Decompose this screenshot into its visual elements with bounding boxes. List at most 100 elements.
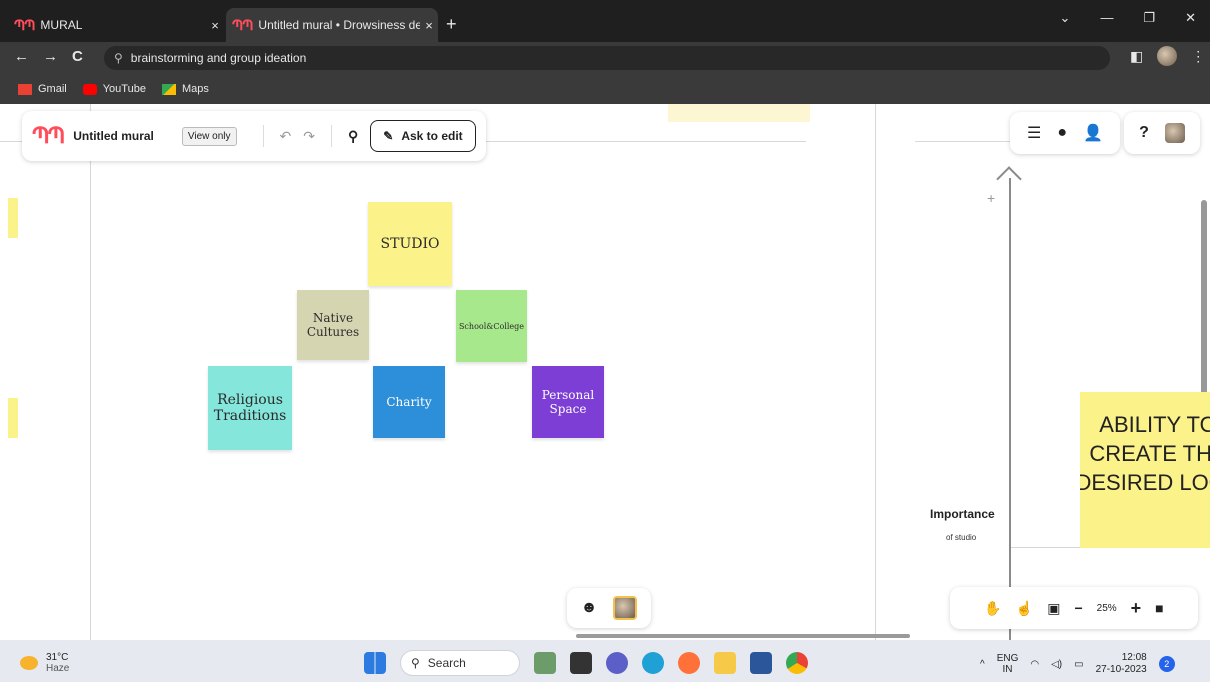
sticky-text: Charity	[386, 395, 432, 409]
sticky-text: Native Cultures	[306, 311, 360, 339]
collaborator-avatar[interactable]	[613, 596, 638, 620]
pencil-icon: ✎	[383, 129, 394, 143]
sticky-note-school-college[interactable]: School&College	[456, 290, 527, 362]
omnibox[interactable]: ⚲ brainstorming and group ideation	[104, 46, 1110, 70]
panel-icon[interactable]: ■	[1155, 600, 1163, 616]
restore-icon[interactable]: ❐	[1143, 10, 1155, 26]
weather-widget[interactable]: 31°C Haze	[20, 652, 69, 674]
close-window-icon[interactable]: ✕	[1185, 10, 1196, 26]
select-icon[interactable]: ☝	[1016, 600, 1033, 617]
sticky-text: Religious Traditions	[213, 392, 287, 424]
canvas-grid-line	[0, 141, 22, 142]
ask-to-edit-label: Ask to edit	[401, 129, 463, 143]
bookmark-label: Maps	[181, 83, 209, 95]
comments-icon[interactable]: ●	[1057, 124, 1067, 142]
clock[interactable]: 12:08 27-10-2023	[1096, 652, 1147, 676]
menu-icon[interactable]: ⋮	[1191, 48, 1205, 65]
sticky-text: Personal Space	[541, 388, 595, 416]
profile-avatar[interactable]	[1157, 46, 1178, 66]
ask-to-edit-button[interactable]: ✎ Ask to edit	[370, 120, 476, 152]
bookmark-maps[interactable]: Maps	[161, 83, 209, 95]
horizontal-scrollbar[interactable]	[576, 634, 910, 638]
meet-icon[interactable]	[606, 652, 628, 674]
start-icon[interactable]	[364, 652, 386, 674]
new-tab-button[interactable]: +	[446, 14, 457, 35]
tab-search-icon[interactable]: ⌄	[1060, 10, 1071, 26]
sticky-text: ABILITY TO CREATE THE DESIRED LOOK	[1080, 412, 1210, 495]
word-icon[interactable]	[750, 652, 772, 674]
weather-icon	[20, 656, 38, 670]
side-panel-icon[interactable]: ◧	[1130, 48, 1143, 65]
zoom-level[interactable]: 25%	[1097, 603, 1117, 614]
tab-mural[interactable]: ՊՊ MURAL ×	[14, 8, 224, 42]
sticky-note-charity[interactable]: Charity	[373, 366, 445, 438]
bookmark-gmail[interactable]: Gmail	[18, 83, 67, 95]
people-icon[interactable]: 👤	[1083, 123, 1103, 143]
chrome-icon[interactable]	[786, 652, 808, 674]
emoji-icon[interactable]: ☻	[581, 599, 598, 617]
redo-icon[interactable]: ↷	[303, 128, 315, 145]
axis-sublabel: of studio	[946, 533, 977, 542]
help-icon[interactable]: ?	[1139, 124, 1149, 142]
canvas-grid-line	[915, 141, 1010, 142]
date: 27-10-2023	[1095, 664, 1147, 675]
mural-title[interactable]: Untitled mural	[73, 129, 154, 143]
zoom-in-button[interactable]: +	[1131, 598, 1142, 619]
canvas-grid-line	[486, 141, 806, 142]
partial-sticky-note	[8, 198, 18, 238]
taskbar-apps: ⚲ Search	[364, 650, 808, 676]
sticky-note-native-cultures[interactable]: Native Cultures	[297, 290, 369, 360]
close-tab-icon[interactable]: ×	[206, 18, 224, 33]
minimize-icon[interactable]: —	[1100, 10, 1113, 26]
outline-icon[interactable]: ☰	[1027, 123, 1041, 143]
file-explorer-icon[interactable]	[714, 652, 736, 674]
battery-icon[interactable]: ▭	[1074, 659, 1083, 670]
region-code: IN	[1002, 664, 1013, 675]
widgets-icon[interactable]	[534, 652, 556, 674]
map-icon[interactable]: ▣	[1047, 600, 1060, 617]
back-icon[interactable]: ←	[14, 48, 29, 65]
axis-plus-label: +	[987, 190, 996, 206]
zoom-out-button[interactable]: −	[1074, 600, 1082, 616]
reactions-toolbar: ☻	[567, 588, 651, 628]
undo-icon[interactable]: ↶	[280, 128, 292, 145]
window-controls: ⌄ — ❐ ✕	[1060, 10, 1196, 26]
search-icon: ⚲	[114, 51, 123, 65]
mural-logo-icon: ՊՊ	[14, 16, 35, 33]
user-avatar[interactable]	[1164, 123, 1185, 143]
taskbar-search[interactable]: ⚲ Search	[400, 650, 520, 676]
tab-untitled-mural[interactable]: ՊՊ Untitled mural • Drowsiness dete ×	[226, 8, 438, 42]
omnibox-text: brainstorming and group ideation	[130, 51, 307, 65]
language-indicator[interactable]: ENG IN	[997, 653, 1019, 675]
task-view-icon[interactable]	[570, 652, 592, 674]
gmail-icon	[18, 83, 32, 95]
volume-icon[interactable]: ◁)	[1051, 659, 1062, 670]
search-icon: ⚲	[411, 656, 420, 670]
browser-actions: ◧ ⋮	[1130, 46, 1205, 66]
time: 12:08	[1121, 652, 1147, 663]
youtube-icon	[82, 83, 97, 95]
search-placeholder: Search	[427, 656, 466, 670]
edge-icon[interactable]	[642, 652, 664, 674]
browser-tab-bar: ՊՊ MURAL × ՊՊ Untitled mural • Drowsines…	[0, 0, 1210, 42]
sticky-note-personal-space[interactable]: Personal Space	[532, 366, 604, 438]
wifi-icon[interactable]: ◠	[1030, 659, 1039, 670]
close-tab-icon[interactable]: ×	[420, 18, 438, 33]
hand-icon[interactable]: ✋	[984, 600, 1001, 617]
forward-icon[interactable]: →	[43, 48, 58, 65]
sticky-note-studio[interactable]: STUDIO	[368, 202, 452, 286]
search-icon[interactable]: ⚲	[348, 128, 358, 145]
vertical-scrollbar[interactable]	[1201, 200, 1207, 396]
help-toolbar: ?	[1124, 112, 1200, 154]
firefox-icon[interactable]	[678, 652, 700, 674]
system-tray: ^ ENG IN ◠ ◁) ▭ 12:08 27-10-2023 2	[980, 652, 1175, 676]
mural-canvas[interactable]: + Importance of studio	[0, 104, 1210, 640]
sticky-note-religious-traditions[interactable]: Religious Traditions	[208, 366, 292, 450]
bookmark-youtube[interactable]: YouTube	[82, 83, 146, 95]
chevron-up-icon[interactable]: ^	[980, 659, 985, 670]
sticky-note-ability[interactable]: ABILITY TO CREATE THE DESIRED LOOK	[1080, 392, 1210, 548]
weather-condition: Haze	[46, 663, 70, 674]
partial-sticky-note	[8, 398, 18, 438]
notification-badge[interactable]: 2	[1158, 656, 1175, 672]
reload-icon[interactable]: C	[72, 48, 83, 65]
